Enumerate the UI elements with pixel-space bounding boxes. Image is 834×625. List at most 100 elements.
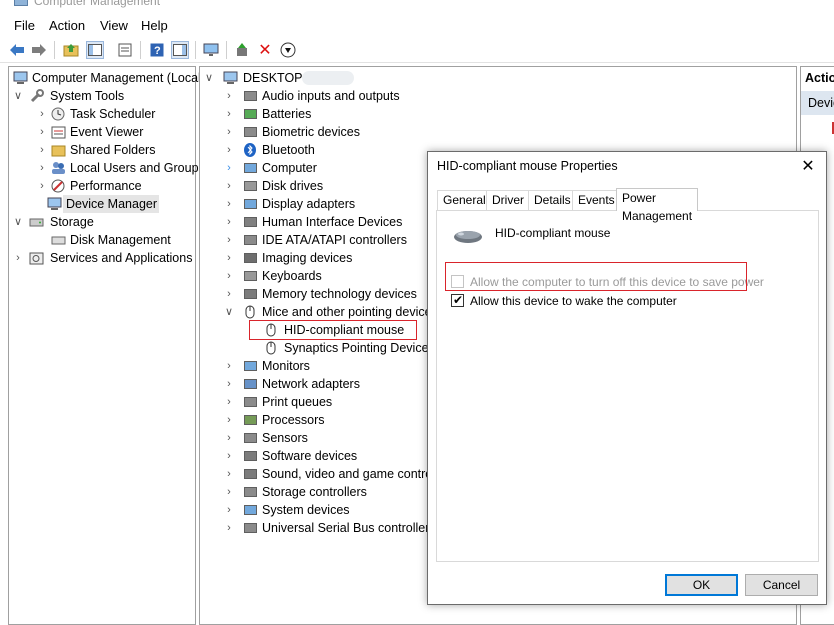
chevron-right-icon[interactable]: › xyxy=(224,483,234,501)
device-label: Bluetooth xyxy=(262,143,315,157)
device-label: Display adapters xyxy=(262,197,356,211)
chevron-right-icon[interactable]: › xyxy=(224,249,234,267)
device-label: Universal Serial Bus controllers xyxy=(262,521,436,535)
wake-checkbox[interactable]: ✔ xyxy=(451,293,464,307)
tab-events[interactable]: Events xyxy=(572,190,621,210)
highlight-box-power-option xyxy=(445,262,747,291)
chevron-right-icon[interactable]: › xyxy=(224,285,234,303)
disable-device-icon[interactable] xyxy=(279,41,297,59)
tree-item-label: Local Users and Groups xyxy=(70,161,205,175)
device-label: Computer xyxy=(262,161,317,175)
chevron-right-icon[interactable]: › xyxy=(13,249,23,267)
chevron-right-icon[interactable]: › xyxy=(37,123,47,141)
monitor-icon[interactable] xyxy=(202,41,220,59)
device-label: System devices xyxy=(262,503,350,517)
device-label: Imaging devices xyxy=(262,251,353,265)
chevron-right-icon[interactable]: › xyxy=(37,177,47,195)
cancel-button[interactable]: Cancel xyxy=(745,574,818,596)
chevron-right-icon[interactable]: › xyxy=(37,159,47,177)
chevron-right-icon[interactable]: › xyxy=(224,231,234,249)
tree-item-label: Task Scheduler xyxy=(70,107,156,121)
tree-item-label: Device Manager xyxy=(66,197,158,211)
chevron-down-icon[interactable]: ∨ xyxy=(13,87,23,105)
chevron-right-icon[interactable]: › xyxy=(224,501,234,519)
help-icon[interactable]: ? xyxy=(148,41,166,59)
tree-root[interactable]: Computer Management (Local xyxy=(13,69,203,87)
tab-general[interactable]: General xyxy=(437,190,492,210)
computer-icon xyxy=(223,71,238,84)
chevron-down-icon[interactable]: ∨ xyxy=(204,69,214,87)
ide-controller-icon xyxy=(244,235,257,245)
storage-controller-icon xyxy=(244,487,257,497)
menu-file[interactable]: File xyxy=(14,18,35,33)
back-arrow-icon[interactable] xyxy=(8,41,26,59)
memory-icon xyxy=(244,289,257,299)
action-pane-icon[interactable] xyxy=(171,41,189,59)
sound-icon xyxy=(244,469,257,479)
tree-item-label: System Tools xyxy=(50,89,125,103)
actions-item[interactable]: Devic xyxy=(808,96,834,110)
tree-item-label: Performance xyxy=(70,179,142,193)
disk-drive-icon xyxy=(244,181,257,191)
tree-item-device-manager[interactable]: Device Manager xyxy=(47,195,159,213)
chevron-right-icon[interactable]: › xyxy=(224,393,234,411)
menu-action[interactable]: Action xyxy=(49,18,85,33)
chevron-down-icon[interactable]: ∨ xyxy=(13,213,23,231)
device-label: Disk drives xyxy=(262,179,324,193)
ok-button[interactable]: OK xyxy=(665,574,738,596)
chevron-down-icon[interactable]: ∨ xyxy=(224,303,234,321)
chevron-right-icon[interactable]: › xyxy=(224,105,234,123)
chevron-right-icon[interactable]: › xyxy=(37,141,47,159)
chevron-right-icon[interactable]: › xyxy=(224,123,234,141)
chevron-right-icon[interactable]: › xyxy=(224,375,234,393)
network-icon xyxy=(244,379,257,389)
menu-help[interactable]: Help xyxy=(141,18,168,33)
device-label: Mice and other pointing devices xyxy=(262,305,438,319)
close-icon[interactable]: ✕ xyxy=(798,156,818,176)
chevron-right-icon[interactable]: › xyxy=(224,141,234,159)
window-title: Computer Management xyxy=(34,0,161,8)
chevron-right-icon[interactable]: › xyxy=(224,87,234,105)
chevron-right-icon[interactable]: › xyxy=(37,105,47,123)
tab-power-management[interactable]: Power Management xyxy=(616,188,699,223)
chevron-right-icon[interactable]: › xyxy=(224,519,234,537)
chevron-right-icon[interactable]: › xyxy=(224,447,234,465)
up-folder-icon[interactable] xyxy=(62,41,80,59)
menu-view[interactable]: View xyxy=(100,18,128,33)
update-driver-icon[interactable] xyxy=(233,41,251,59)
system-device-icon xyxy=(244,505,257,515)
uninstall-icon[interactable]: ✕ xyxy=(256,41,274,59)
properties-dialog: HID-compliant mouse Properties ✕ General… xyxy=(427,151,827,605)
device-label: IDE ATA/ATAPI controllers xyxy=(262,233,407,247)
chevron-right-icon[interactable]: › xyxy=(224,213,234,231)
device-label: Synaptics Pointing Device xyxy=(284,341,429,355)
tab-driver[interactable]: Driver xyxy=(486,190,530,210)
chevron-right-icon[interactable]: › xyxy=(224,429,234,447)
chevron-right-icon[interactable]: › xyxy=(224,177,234,195)
chevron-right-icon[interactable]: › xyxy=(224,267,234,285)
tab-details[interactable]: Details xyxy=(528,190,577,210)
chevron-right-icon[interactable]: › xyxy=(224,195,234,213)
device-label: Network adapters xyxy=(262,377,360,391)
console-tree-icon[interactable] xyxy=(86,41,104,59)
forward-arrow-icon[interactable] xyxy=(30,41,48,59)
printer-icon xyxy=(244,397,257,407)
clock-icon xyxy=(51,107,65,121)
wake-label: Allow this device to wake the computer xyxy=(470,294,677,308)
chevron-right-icon[interactable]: › xyxy=(224,411,234,429)
properties-icon[interactable] xyxy=(116,41,134,59)
device-label: Batteries xyxy=(262,107,312,121)
shared-folder-icon xyxy=(51,145,66,157)
tools-icon xyxy=(30,89,44,103)
chevron-right-icon[interactable]: › xyxy=(224,357,234,375)
chevron-right-icon[interactable]: › xyxy=(224,159,234,177)
users-icon xyxy=(52,162,65,174)
chevron-right-icon[interactable]: › xyxy=(224,465,234,483)
device-label: Memory technology devices xyxy=(262,287,417,301)
services-icon xyxy=(29,252,44,265)
device-label: Keyboards xyxy=(262,269,322,283)
menu-bar: File Action View Help xyxy=(0,15,834,37)
computer-icon xyxy=(244,163,257,173)
computer-management-icon xyxy=(13,71,28,84)
toolbar: ? ✕ xyxy=(0,37,834,63)
